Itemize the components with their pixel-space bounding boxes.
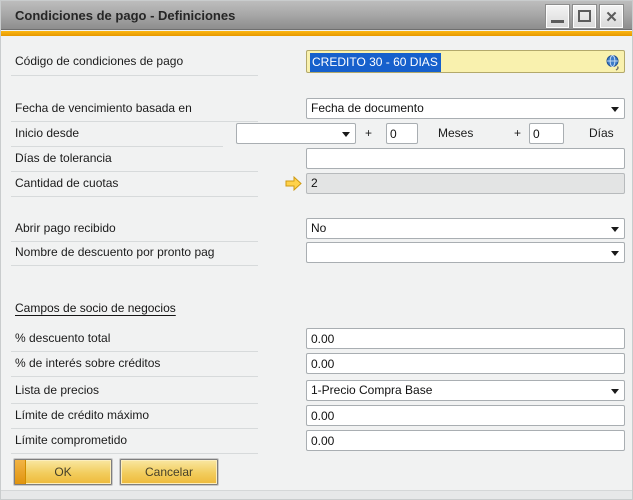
fecha-vencimiento-label: Fecha de vencimiento basada en <box>15 101 192 115</box>
minimize-icon <box>551 20 564 23</box>
cantidad-cuotas-field: 2 <box>306 173 625 194</box>
meses-input[interactable] <box>386 123 418 144</box>
payment-terms-dialog: Condiciones de pago - Definiciones ✕ Cód… <box>0 0 633 500</box>
window-bottom-edge <box>1 490 632 499</box>
ok-button-label: OK <box>54 465 71 479</box>
limite-comprometido-input[interactable] <box>306 430 625 451</box>
ok-button-accent <box>15 460 26 484</box>
fecha-vencimiento-value: Fecha de documento <box>311 101 424 115</box>
dias-label: Días <box>589 126 614 140</box>
limite-credito-label: Límite de crédito máximo <box>15 408 149 422</box>
descuento-pronto-label: Nombre de descuento por pronto pag <box>15 245 214 259</box>
cantidad-cuotas-value: 2 <box>311 176 318 190</box>
inicio-desde-dropdown[interactable] <box>236 123 356 144</box>
inicio-desde-label: Inicio desde <box>15 126 79 140</box>
cantidad-cuotas-label: Cantidad de cuotas <box>15 176 118 190</box>
interes-creditos-label: % de interés sobre créditos <box>15 356 160 370</box>
codigo-selected-text: CREDITO 30 - 60 DIAS <box>310 53 441 72</box>
descuento-total-label: % descuento total <box>15 331 110 345</box>
ok-button[interactable]: OK <box>14 459 112 485</box>
cancel-button-label: Cancelar <box>145 465 193 479</box>
window-title: Condiciones de pago - Definiciones <box>15 1 235 30</box>
lista-precios-value: 1-Precio Compra Base <box>311 383 432 397</box>
dias-input[interactable] <box>529 123 564 144</box>
lista-precios-label: Lista de precios <box>15 383 99 397</box>
maximize-button[interactable] <box>572 4 597 29</box>
minimize-button[interactable] <box>545 4 570 29</box>
cancel-button[interactable]: Cancelar <box>120 459 218 485</box>
chevron-down-icon <box>611 251 619 256</box>
chevron-down-icon <box>611 389 619 394</box>
section-campos-socio: Campos de socio de negocios <box>15 301 176 315</box>
codigo-input[interactable]: CREDITO 30 - 60 DIAS <box>306 50 625 73</box>
meses-label: Meses <box>438 126 473 140</box>
title-bar: Condiciones de pago - Definiciones ✕ <box>1 1 632 30</box>
plus-dias-sign: + <box>514 126 521 140</box>
accent-bar <box>1 31 632 36</box>
chevron-down-icon <box>611 107 619 112</box>
abrir-pago-dropdown[interactable]: No <box>306 218 625 239</box>
limite-credito-input[interactable] <box>306 405 625 426</box>
plus-meses-sign: + <box>365 126 372 140</box>
chevron-down-icon <box>342 132 350 137</box>
descuento-pronto-dropdown[interactable] <box>306 242 625 263</box>
dias-tolerancia-label: Días de tolerancia <box>15 151 112 165</box>
close-button[interactable]: ✕ <box>599 4 624 29</box>
maximize-icon <box>578 10 591 22</box>
orange-link-arrow-icon[interactable] <box>285 176 302 196</box>
codigo-label: Código de condiciones de pago <box>15 54 183 68</box>
globe-icon[interactable] <box>605 54 621 74</box>
interes-creditos-input[interactable] <box>306 353 625 374</box>
close-icon: ✕ <box>600 6 623 29</box>
abrir-pago-label: Abrir pago recibido <box>15 221 116 235</box>
descuento-total-input[interactable] <box>306 328 625 349</box>
lista-precios-dropdown[interactable]: 1-Precio Compra Base <box>306 380 625 401</box>
fecha-vencimiento-dropdown[interactable]: Fecha de documento <box>306 98 625 119</box>
abrir-pago-value: No <box>311 221 326 235</box>
chevron-down-icon <box>611 227 619 232</box>
dias-tolerancia-input[interactable] <box>306 148 625 169</box>
limite-comprometido-label: Límite comprometido <box>15 433 127 447</box>
